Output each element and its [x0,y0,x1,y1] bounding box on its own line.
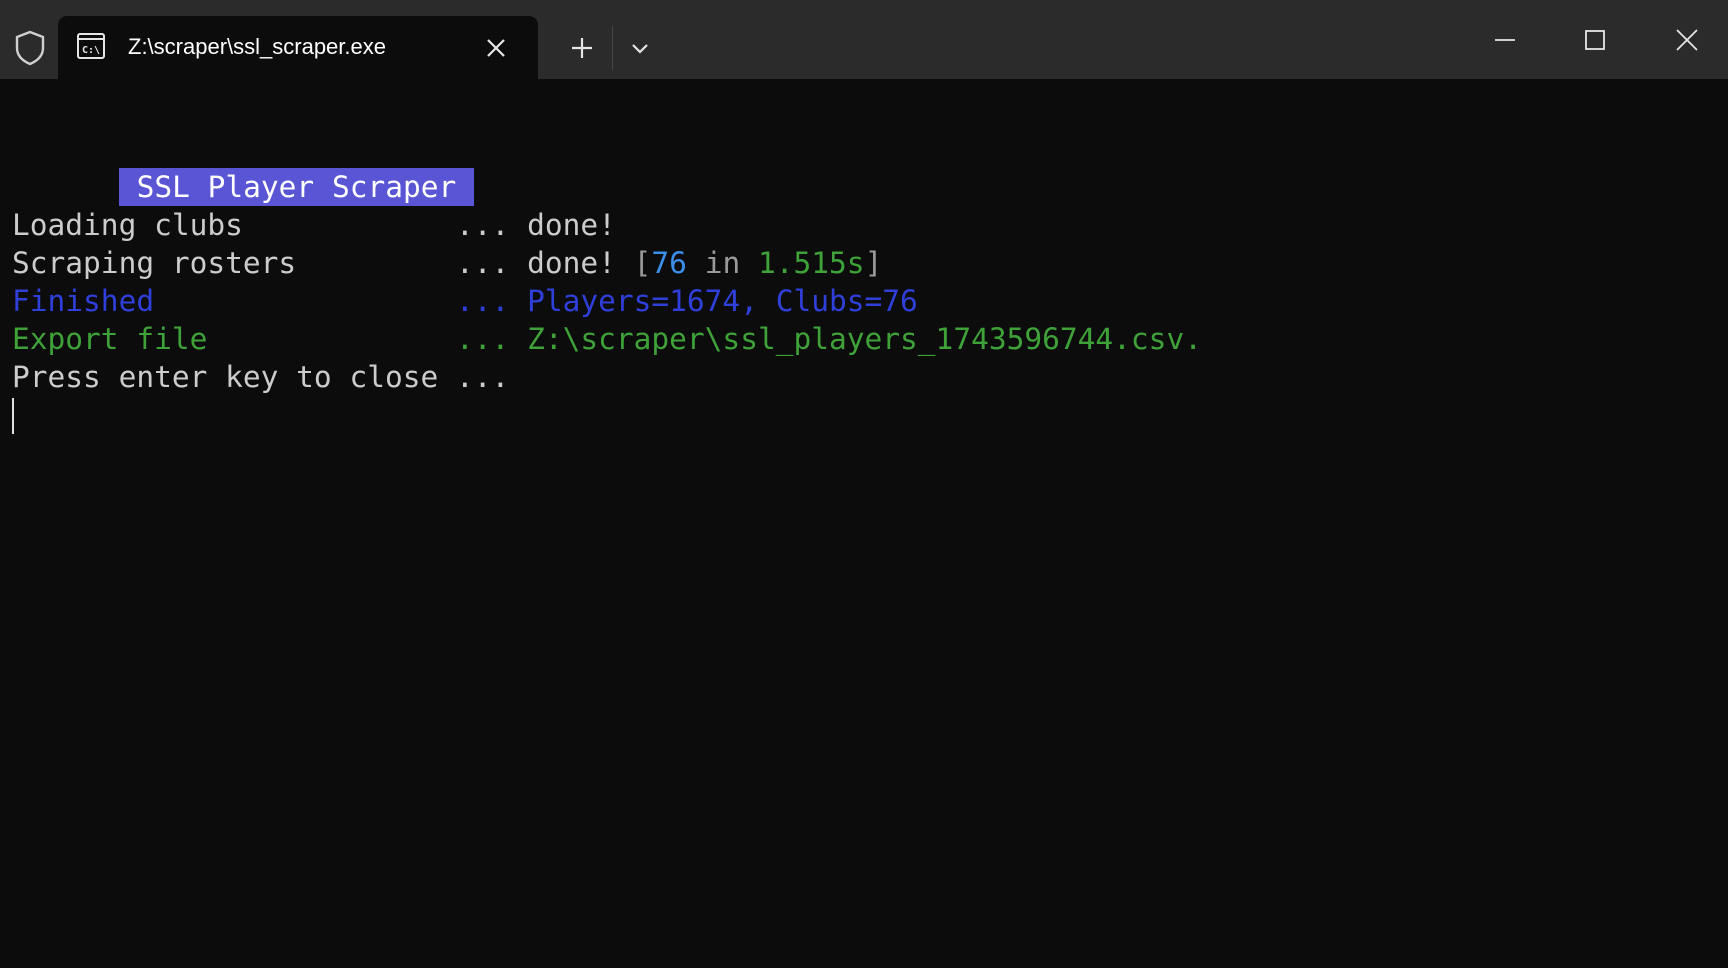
output-line-finished: Finished ... Players=1674, Clubs=76 [12,282,1712,320]
line-label: Finished [12,284,457,318]
line-dots: ... [456,246,528,280]
svg-text:C:\: C:\ [82,45,100,56]
line-value: Players=1674, Clubs=76 [527,284,918,318]
close-icon [487,39,505,57]
close-icon [1676,29,1698,51]
output-line-press-enter: Press enter key to close ... [12,358,1712,396]
titlebar-divider [612,26,613,70]
detail-bracket-close: ] [864,246,883,280]
detail-time: 1.515s [757,246,865,280]
tab-dropdown-button[interactable] [620,28,660,68]
minimize-icon [1495,39,1515,41]
tab-title: Z:\scraper\ssl_scraper.exe [128,34,386,59]
line-dots: ... [456,208,528,242]
line-dots: ... [456,284,528,318]
input-line[interactable] [12,396,1712,434]
line-label: Press enter key to close ... [12,360,510,394]
line-label: Loading clubs [12,208,457,242]
output-line-export-file: Export file ... Z:\scraper\ssl_players_1… [12,320,1712,358]
plus-icon [572,38,592,58]
detail-in: in [686,246,758,280]
line-label: Scraping rosters [12,246,457,280]
line-value: done! [527,246,634,280]
console-app-icon: C:\ [76,31,106,61]
terminal-window: C:\ Z:\scraper\ssl_scraper.exe SSL Playe… [0,0,1728,968]
title-bar[interactable]: C:\ Z:\scraper\ssl_scraper.exe [0,0,1728,79]
chevron-down-icon [632,44,648,54]
maximize-button[interactable] [1572,20,1618,60]
minimize-button[interactable] [1482,20,1528,60]
close-window-button[interactable] [1664,20,1710,60]
line-label: Export file [12,322,457,356]
output-line-scraping-rosters: Scraping rosters ... done! [76 in 1.515s… [12,244,1712,282]
shield-icon[interactable] [10,28,50,68]
detail-bracket-open: [ [633,246,652,280]
output-line-loading-clubs: Loading clubs ... done! [12,206,1712,244]
detail-count: 76 [651,246,687,280]
terminal-output[interactable]: SSL Player Scraper Loading clubs ... don… [12,130,1712,434]
line-dots: ... [456,322,528,356]
text-cursor [12,398,14,434]
line-value: Z:\scraper\ssl_players_1743596744.csv. [527,322,1202,356]
tab-close-button[interactable] [478,30,514,66]
tab-ssl-scraper[interactable]: C:\ Z:\scraper\ssl_scraper.exe [58,16,538,79]
maximize-icon [1585,30,1605,50]
line-value: done! [527,208,616,242]
banner-title: SSL Player Scraper [118,168,475,206]
new-tab-button[interactable] [560,28,604,68]
